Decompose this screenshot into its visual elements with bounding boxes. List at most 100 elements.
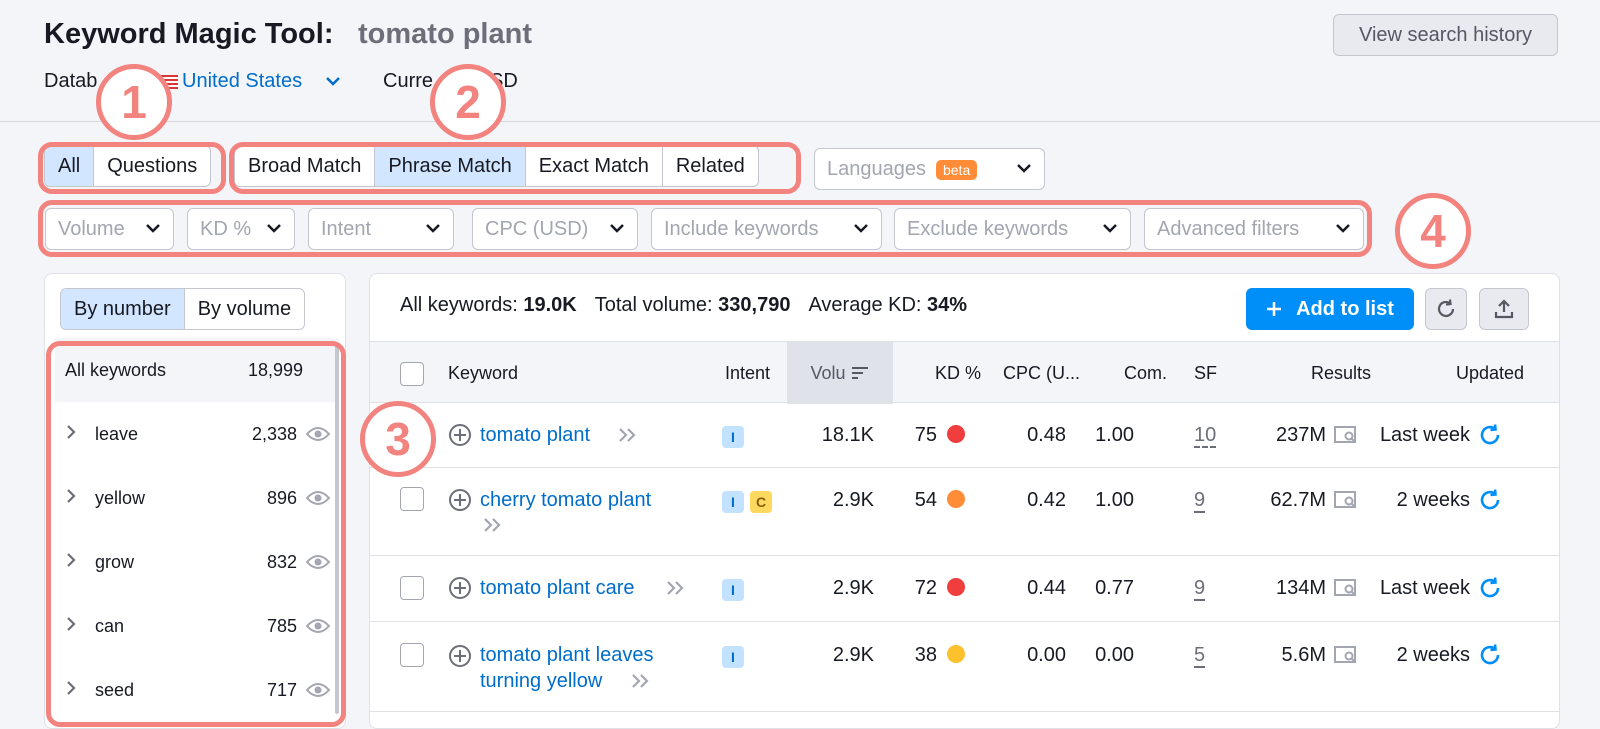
row-checkbox[interactable] <box>400 643 424 667</box>
summary-stats: All keywords: 19.0K Total volume: 330,79… <box>400 294 967 317</box>
intent-chip-informational: I <box>722 426 744 448</box>
table-row: tomato plant leaves turning yellow I 2.9… <box>370 622 1559 712</box>
annotation-outline <box>38 200 1372 257</box>
row-checkbox[interactable] <box>400 576 424 600</box>
refresh-icon <box>1437 299 1455 318</box>
col-intent[interactable]: Intent <box>725 342 770 404</box>
add-to-list-button[interactable]: Add to list <box>1246 288 1414 330</box>
keyword-link[interactable]: tomato plant leaves <box>480 644 653 667</box>
col-updated[interactable]: Updated <box>1456 342 1524 404</box>
cpc-value: 0.44 <box>1027 577 1066 599</box>
intent-chips: I <box>722 578 750 601</box>
kd-number: 54 <box>914 489 937 511</box>
refresh-row-icon[interactable] <box>1478 643 1502 673</box>
currency-label: Curre <box>383 70 434 92</box>
database-select[interactable]: United States <box>182 70 302 93</box>
total-volume-value: 330,790 <box>718 294 791 316</box>
volume-value: 2.9K <box>832 489 874 511</box>
table-header: Keyword Intent Volu KD % CPC (U... Com. … <box>370 341 1559 404</box>
kd-dot <box>947 645 965 663</box>
all-keywords-stat-value: 19.0K <box>523 294 577 316</box>
refresh-row-icon[interactable] <box>1478 576 1502 606</box>
results-value: 134M <box>1275 577 1326 599</box>
add-keyword-icon[interactable] <box>448 576 472 606</box>
col-com[interactable]: Com. <box>1124 342 1167 404</box>
keyword-link[interactable]: tomato plant care <box>480 577 635 600</box>
keyword-link[interactable]: tomato plant <box>480 424 590 447</box>
languages-label: Languages <box>827 157 926 180</box>
select-all-checkbox[interactable] <box>400 362 424 386</box>
average-kd-value: 34% <box>927 294 968 316</box>
annotation-number: 4 <box>1395 193 1471 269</box>
by-volume-button[interactable]: By volume <box>185 289 304 329</box>
annotation-number: 3 <box>360 401 436 477</box>
annotation-number: 1 <box>96 64 172 140</box>
intent-chips: I <box>722 645 750 668</box>
kd-value: 75 <box>885 424 965 447</box>
serp-icon[interactable] <box>1334 579 1358 603</box>
beta-badge: beta <box>935 159 978 180</box>
page-query: tomato plant <box>358 18 532 50</box>
view-search-history-button[interactable]: View search history <box>1333 14 1558 56</box>
serp-icon[interactable] <box>1334 646 1358 670</box>
refresh-button[interactable] <box>1425 288 1467 330</box>
updated-value: Last week <box>1379 577 1470 599</box>
cpc-value: 0.42 <box>1027 489 1066 511</box>
com-value: 0.77 <box>1095 577 1134 599</box>
col-volume[interactable]: Volu <box>787 342 893 404</box>
intent-chip-informational: I <box>722 646 744 668</box>
double-chevron-icon[interactable] <box>665 579 687 603</box>
col-results[interactable]: Results <box>1311 342 1371 404</box>
chevron-down-icon[interactable] <box>325 74 341 91</box>
kd-number: 72 <box>914 577 937 599</box>
cpc-value: 0.00 <box>1027 644 1066 666</box>
keyword-link[interactable]: cherry tomato plant <box>480 489 651 512</box>
serp-icon[interactable] <box>1334 426 1358 450</box>
updated-value: Last week <box>1379 424 1470 446</box>
intent-chips: I <box>722 425 750 448</box>
serp-icon[interactable] <box>1334 491 1358 515</box>
col-sf[interactable]: SF <box>1194 342 1217 404</box>
by-number-button[interactable]: By number <box>61 289 185 329</box>
results-value: 5.6M <box>1281 644 1326 666</box>
com-value: 0.00 <box>1095 644 1134 666</box>
keyword-link-line2[interactable]: turning yellow <box>480 670 602 693</box>
double-chevron-icon[interactable] <box>482 516 504 540</box>
updated-value: 2 weeks <box>1396 489 1470 511</box>
plus-icon <box>1267 302 1282 316</box>
export-button[interactable] <box>1479 288 1529 330</box>
sf-value[interactable]: 10 <box>1194 424 1216 447</box>
kd-number: 38 <box>914 644 937 666</box>
add-to-list-label: Add to list <box>1296 297 1394 320</box>
page-title: Keyword Magic Tool: <box>44 18 334 50</box>
sf-value[interactable]: 5 <box>1194 644 1205 667</box>
col-keyword[interactable]: Keyword <box>448 342 518 404</box>
kd-value: 54 <box>885 489 965 512</box>
kd-dot <box>947 490 965 508</box>
double-chevron-icon[interactable] <box>630 672 652 696</box>
kd-value: 72 <box>885 577 965 600</box>
col-kd[interactable]: KD % <box>935 342 981 404</box>
add-keyword-icon[interactable] <box>448 488 472 518</box>
add-keyword-icon[interactable] <box>448 423 472 453</box>
sf-value[interactable]: 9 <box>1194 489 1205 512</box>
average-kd-label: Average KD: <box>808 294 922 316</box>
updated-value: 2 weeks <box>1396 644 1470 666</box>
table-row: cherry tomato plant IC 2.9K 54 0.42 1.00… <box>370 468 1559 556</box>
intent-chip-informational: I <box>722 491 744 513</box>
kd-dot <box>947 578 965 596</box>
languages-dropdown[interactable]: Languages beta <box>814 148 1045 190</box>
refresh-row-icon[interactable] <box>1478 423 1502 453</box>
annotation-outline <box>38 142 226 194</box>
refresh-row-icon[interactable] <box>1478 488 1502 518</box>
keyword-table-panel: All keywords: 19.0K Total volume: 330,79… <box>369 273 1560 729</box>
add-keyword-icon[interactable] <box>448 644 472 674</box>
com-value: 1.00 <box>1095 489 1134 511</box>
double-chevron-icon[interactable] <box>617 426 639 450</box>
table-row: tomato plant I 18.1K 75 0.48 1.00 10 237… <box>370 404 1559 468</box>
intent-chip-informational: I <box>722 579 744 601</box>
col-cpc[interactable]: CPC (U... <box>1003 342 1080 404</box>
sf-value[interactable]: 9 <box>1194 577 1205 600</box>
cpc-value: 0.48 <box>1027 424 1066 446</box>
row-checkbox[interactable] <box>400 487 424 511</box>
